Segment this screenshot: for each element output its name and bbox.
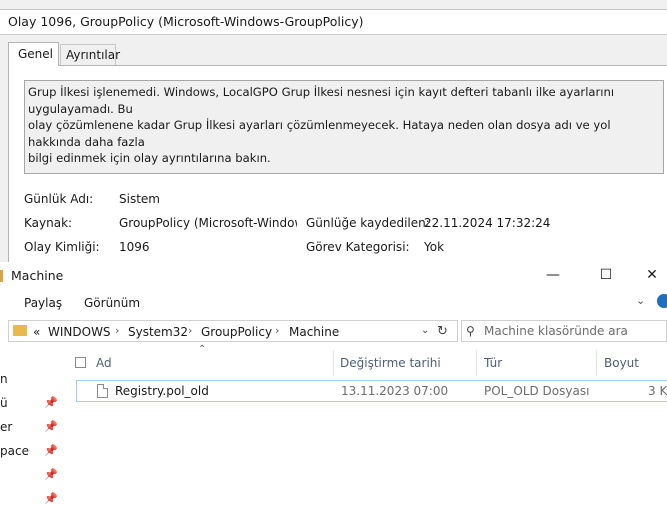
window-title: Machine: [11, 268, 64, 283]
task-category-value: Yok: [424, 240, 445, 254]
column-divider[interactable]: [476, 350, 477, 376]
file-row[interactable]: Registry.pol_old 13.11.2023 07:00 POL_OL…: [76, 380, 667, 402]
column-header-modified[interactable]: Değiştirme tarihi: [340, 356, 441, 370]
breadcrumb-machine[interactable]: Machine: [289, 325, 339, 339]
source-label: Kaynak:: [24, 216, 73, 230]
close-button[interactable]: ✕: [637, 264, 667, 286]
file-icon: [97, 384, 108, 398]
column-divider[interactable]: [333, 350, 334, 376]
tab-general[interactable]: Genel: [8, 42, 59, 66]
folder-icon: [13, 325, 27, 336]
log-name-label: Günlük Adı:: [24, 192, 94, 206]
source-value: GroupPolicy (Microsoft-Windows: [119, 216, 297, 230]
pin-icon[interactable]: 📌: [44, 492, 58, 505]
chevron-right-icon[interactable]: ›: [115, 324, 119, 337]
chevron-down-icon[interactable]: ⌄: [421, 325, 429, 336]
column-header-name[interactable]: Ad: [96, 356, 112, 370]
nav-item[interactable]: ü: [0, 396, 8, 410]
event-id-value: 1096: [119, 240, 150, 254]
breadcrumb-overflow[interactable]: «: [33, 325, 40, 339]
column-header-type[interactable]: Tür: [484, 356, 502, 370]
description-line: olay çözümlenene kadar Grup İlkesi ayarl…: [28, 118, 611, 149]
file-name: Registry.pol_old: [115, 384, 209, 398]
nav-item[interactable]: n: [0, 372, 8, 386]
nav-item[interactable]: er: [0, 420, 12, 434]
maximize-button[interactable]: ☐: [591, 264, 621, 286]
file-modified: 13.11.2023 07:00: [341, 384, 449, 398]
logged-value: 22.11.2024 17:32:24: [424, 216, 551, 230]
refresh-icon[interactable]: ↻: [437, 324, 448, 339]
minimize-button[interactable]: —: [538, 264, 568, 286]
pin-icon[interactable]: 📌: [44, 444, 58, 457]
event-id-label: Olay Kimliği:: [24, 240, 100, 254]
file-size: 3 K: [648, 384, 667, 398]
event-properties-window: Olay 1096, GroupPolicy (Microsoft-Window…: [0, 0, 667, 262]
pin-icon[interactable]: 📌: [44, 468, 58, 481]
select-all-checkbox[interactable]: [75, 357, 86, 368]
breadcrumb-windows[interactable]: WINDOWS: [48, 325, 111, 339]
address-bar[interactable]: « WINDOWS › System32 › GroupPolicy › Mac…: [8, 320, 458, 342]
event-description[interactable]: Grup İlkesi işlenemedi. Windows, LocalGP…: [24, 80, 664, 174]
column-header-size[interactable]: Boyut: [604, 356, 639, 370]
breadcrumb-system32[interactable]: System32: [128, 325, 188, 339]
description-line: bilgi edinmek için olay ayrıntılarına ba…: [28, 151, 271, 165]
chevron-right-icon[interactable]: ›: [275, 324, 279, 337]
help-icon[interactable]: [657, 294, 667, 308]
search-input[interactable]: [484, 323, 664, 339]
column-divider[interactable]: [596, 350, 597, 376]
breadcrumb-grouppolicy[interactable]: GroupPolicy: [201, 325, 272, 339]
chevron-right-icon[interactable]: ›: [188, 324, 192, 337]
logged-label: Günlüğe kaydedilen:: [306, 216, 430, 230]
pin-icon[interactable]: 📌: [44, 420, 58, 433]
ribbon-tab-share[interactable]: Paylaş: [24, 296, 62, 310]
tab-details[interactable]: Ayrıntılar: [60, 44, 120, 65]
search-box[interactable]: ⚲: [461, 320, 667, 342]
event-title: Olay 1096, GroupPolicy (Microsoft-Window…: [0, 9, 667, 35]
nav-item[interactable]: pace: [0, 444, 29, 458]
sort-ascending-icon: ⌃: [198, 344, 207, 355]
search-icon: ⚲: [466, 324, 475, 338]
task-category-label: Görev Kategorisi:: [306, 240, 410, 254]
folder-icon: [0, 270, 3, 282]
log-name-value: Sistem: [119, 192, 160, 206]
chevron-down-icon[interactable]: ⌄: [636, 294, 645, 307]
file-explorer-window: Machine — ☐ ✕ Paylaş Görünüm ⌄ « WINDOWS…: [0, 262, 667, 513]
ribbon-tab-view[interactable]: Görünüm: [84, 296, 140, 310]
file-type: POL_OLD Dosyası: [484, 384, 590, 398]
pin-icon[interactable]: 📌: [44, 396, 58, 409]
description-line: Grup İlkesi işlenemedi. Windows, LocalGP…: [28, 85, 615, 116]
